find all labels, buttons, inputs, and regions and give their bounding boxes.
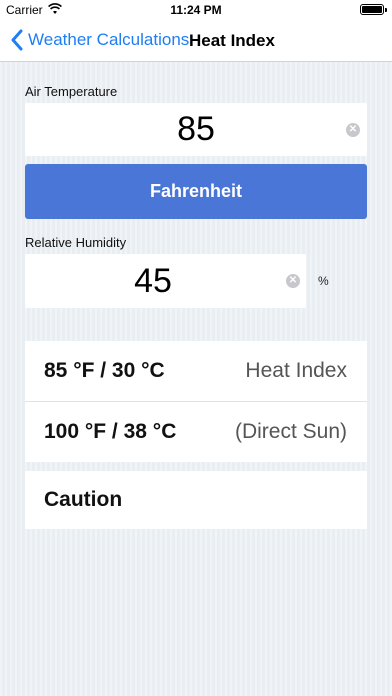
humidity-unit-label: % [318,274,329,288]
status-bar: Carrier 11:24 PM [0,0,392,20]
clock: 11:24 PM [170,3,222,17]
direct-sun-label: (Direct Sun) [234,420,347,443]
back-button-label: Weather Calculations [28,30,190,49]
clear-air-temperature-icon[interactable]: ✕ [346,123,360,137]
relative-humidity-value: 45 [134,261,172,300]
relative-humidity-label: Relative Humidity [25,235,127,250]
air-temperature-value: 85 [177,110,215,148]
heat-index-label: Heat Index [245,359,347,382]
battery-icon [360,4,387,15]
page-title: Heat Index [189,31,275,50]
chevron-left-icon [11,29,23,51]
risk-level-text: Caution [44,488,123,511]
direct-sun-row: 100 °F / 38 °C (Direct Sun) [25,402,367,462]
relative-humidity-input[interactable]: 45 ✕ [25,254,306,308]
risk-level-card: Caution [25,471,367,529]
temperature-unit-button[interactable]: Fahrenheit [25,164,367,219]
back-button[interactable]: Weather Calculations [10,29,189,51]
heat-index-value: 85 °F / 30 °C [44,359,165,382]
air-temperature-label: Air Temperature [25,84,118,99]
air-temperature-input[interactable]: 85 ✕ [25,103,367,156]
clear-relative-humidity-icon[interactable]: ✕ [286,274,300,288]
direct-sun-value: 100 °F / 38 °C [44,420,177,443]
heat-index-row: 85 °F / 30 °C Heat Index [25,341,367,401]
results-card: 85 °F / 30 °C Heat Index 100 °F / 38 °C … [25,341,367,462]
navigation-bar: Weather Calculations Heat Index [0,20,392,62]
